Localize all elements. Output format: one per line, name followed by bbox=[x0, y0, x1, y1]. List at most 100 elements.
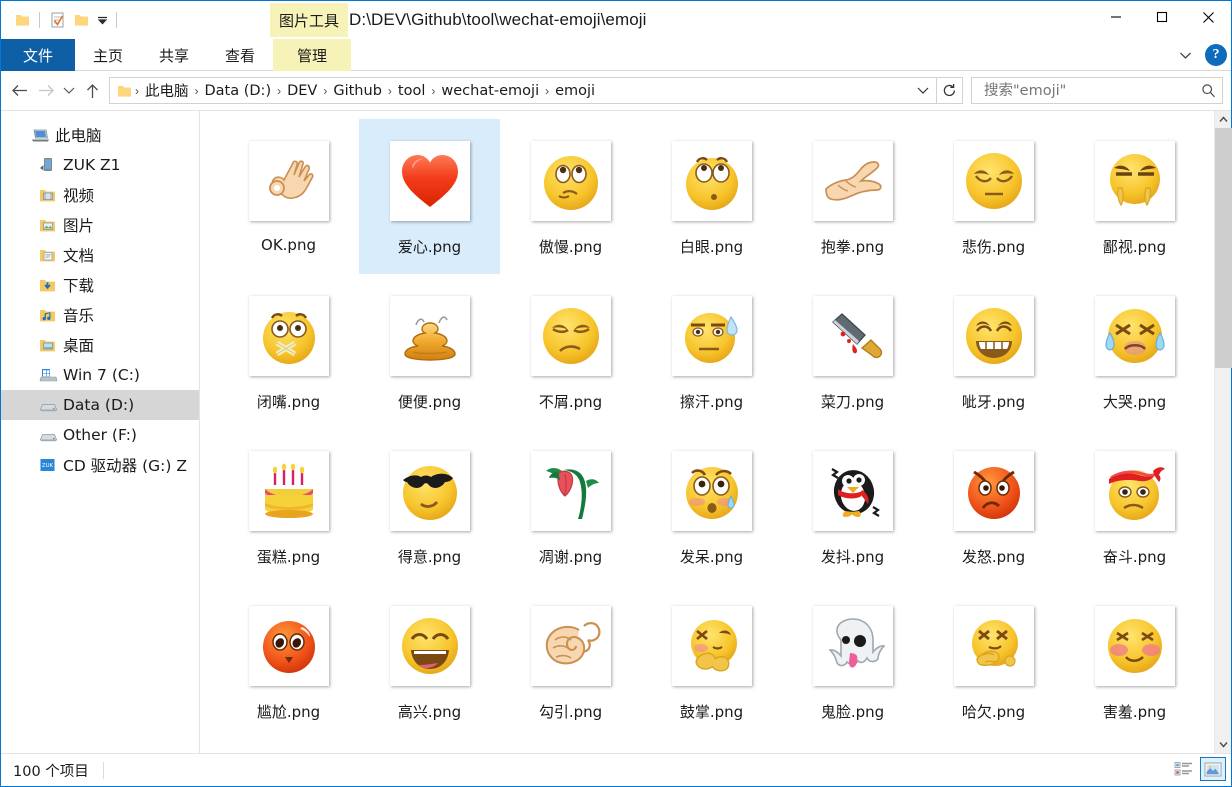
minimize-button[interactable] bbox=[1093, 1, 1139, 33]
sidebar-item-zuk-z1[interactable]: ZUK Z1 bbox=[1, 150, 199, 180]
recent-locations-button[interactable] bbox=[59, 76, 79, 106]
file-name: 闭嘴.png bbox=[256, 393, 321, 411]
list-item[interactable]: 高兴.png bbox=[359, 584, 500, 739]
search-input[interactable] bbox=[982, 81, 1198, 100]
list-item[interactable]: 尴尬.png bbox=[218, 584, 359, 739]
hand-fist-salute-icon bbox=[812, 141, 893, 221]
breadcrumb-item-2[interactable]: DEV bbox=[282, 83, 322, 99]
sidebar-item-other-f[interactable]: Other (F:) bbox=[1, 420, 199, 450]
list-item[interactable]: 呲牙.png bbox=[923, 274, 1064, 429]
list-item[interactable]: 凋谢.png bbox=[500, 429, 641, 584]
phone-icon bbox=[39, 157, 63, 173]
tab-manage[interactable]: 管理 bbox=[273, 39, 352, 71]
tab-view[interactable]: 查看 bbox=[207, 39, 273, 71]
list-item[interactable]: 擦汗.png bbox=[641, 274, 782, 429]
breadcrumb-item-5[interactable]: wechat-emoji bbox=[436, 83, 544, 99]
vertical-scrollbar[interactable] bbox=[1214, 111, 1232, 753]
breadcrumb-dropdown-icon[interactable] bbox=[912, 86, 934, 95]
search-icon[interactable] bbox=[1198, 83, 1218, 98]
list-item[interactable]: 菜刀.png bbox=[782, 274, 923, 429]
title-bar: 图片工具 D:\DEV\Github\tool\wechat-emoji\emo… bbox=[1, 1, 1231, 39]
folder-icon[interactable] bbox=[10, 8, 34, 32]
details-view-button[interactable] bbox=[1170, 757, 1196, 781]
list-item[interactable]: OK.png bbox=[218, 119, 359, 274]
list-item[interactable]: 抱拳.png bbox=[782, 119, 923, 274]
sidebar-item-label: CD 驱动器 (G:) Z bbox=[63, 457, 187, 475]
sidebar-item-downloads[interactable]: 下载 bbox=[1, 270, 199, 300]
tab-home[interactable]: 主页 bbox=[75, 39, 141, 71]
customize-caret-icon[interactable] bbox=[93, 8, 111, 32]
file-name: 便便.png bbox=[397, 393, 462, 411]
folder-icon-breadcrumb bbox=[114, 84, 134, 98]
address-bar: › 此电脑 › Data (D:) › DEV › Github › tool … bbox=[1, 71, 1231, 110]
sidebar-item-pictures[interactable]: 图片 bbox=[1, 210, 199, 240]
face-shy-icon bbox=[1094, 606, 1175, 686]
help-button[interactable]: ? bbox=[1205, 44, 1227, 66]
list-item[interactable]: 鼓掌.png bbox=[641, 584, 782, 739]
file-name: 傲慢.png bbox=[538, 238, 603, 256]
chevron-down-icon[interactable] bbox=[1171, 41, 1199, 69]
tab-share[interactable]: 共享 bbox=[141, 39, 207, 71]
explorer-body: 此电脑 ZUK Z1 视频 图片 文档 下载 音乐 桌面 Win 7 (C:) … bbox=[1, 110, 1232, 753]
scroll-down-button[interactable] bbox=[1215, 736, 1232, 753]
sidebar-item-data-d[interactable]: Data (D:) bbox=[1, 390, 199, 420]
scrollbar-track[interactable] bbox=[1214, 128, 1232, 736]
maximize-button[interactable] bbox=[1139, 1, 1185, 33]
sidebar-item-this-pc[interactable]: 此电脑 bbox=[1, 120, 199, 150]
list-item[interactable]: 傲慢.png bbox=[500, 119, 641, 274]
list-item[interactable]: 爱心.png bbox=[359, 119, 500, 274]
list-item[interactable]: 白眼.png bbox=[641, 119, 782, 274]
list-item[interactable]: 大哭.png bbox=[1064, 274, 1205, 429]
downloads-folder-icon bbox=[39, 278, 63, 293]
face-grin-teeth-icon bbox=[953, 296, 1034, 376]
file-name: 爱心.png bbox=[397, 238, 462, 256]
close-button[interactable] bbox=[1185, 1, 1231, 33]
list-item[interactable]: 害羞.png bbox=[1064, 584, 1205, 739]
face-sad-icon bbox=[953, 141, 1034, 221]
breadcrumb-item-4[interactable]: tool bbox=[393, 83, 430, 99]
list-item[interactable]: 发抖.png bbox=[782, 429, 923, 584]
breadcrumb[interactable]: › 此电脑 › Data (D:) › DEV › Github › tool … bbox=[109, 77, 937, 104]
breadcrumb-item-0[interactable]: 此电脑 bbox=[140, 80, 194, 101]
list-item[interactable]: 蛋糕.png bbox=[218, 429, 359, 584]
sidebar-item-win7-c[interactable]: Win 7 (C:) bbox=[1, 360, 199, 390]
forward-button[interactable] bbox=[33, 76, 59, 106]
sidebar-item-videos[interactable]: 视频 bbox=[1, 180, 199, 210]
properties-icon[interactable] bbox=[45, 8, 69, 32]
list-item[interactable]: 勾引.png bbox=[500, 584, 641, 739]
scroll-up-button[interactable] bbox=[1215, 111, 1232, 128]
breadcrumb-item-3[interactable]: Github bbox=[328, 83, 387, 99]
file-name: 发呆.png bbox=[679, 548, 744, 566]
sidebar-item-music[interactable]: 音乐 bbox=[1, 300, 199, 330]
svg-text:ZUK: ZUK bbox=[42, 463, 54, 469]
items-view[interactable]: OK.png 爱心.png 傲慢.png 白眼.png 抱拳.png 悲伤.pn… bbox=[200, 111, 1214, 753]
list-item[interactable]: 得意.png bbox=[359, 429, 500, 584]
list-item[interactable]: 发怒.png bbox=[923, 429, 1064, 584]
list-item[interactable]: 奋斗.png bbox=[1064, 429, 1205, 584]
new-folder-icon[interactable] bbox=[69, 8, 93, 32]
large-icons-view-button[interactable] bbox=[1200, 757, 1226, 781]
list-item[interactable]: 悲伤.png bbox=[923, 119, 1064, 274]
list-item[interactable]: 哈欠.png bbox=[923, 584, 1064, 739]
sidebar-item-cd-drive-g[interactable]: ZUK CD 驱动器 (G:) Z bbox=[1, 450, 199, 480]
list-item[interactable]: 鬼脸.png bbox=[782, 584, 923, 739]
scrollbar-thumb[interactable] bbox=[1214, 128, 1232, 368]
breadcrumb-item-1[interactable]: Data (D:) bbox=[200, 83, 277, 99]
list-item[interactable]: 发呆.png bbox=[641, 429, 782, 584]
view-buttons bbox=[1170, 757, 1226, 781]
list-item[interactable]: 闭嘴.png bbox=[218, 274, 359, 429]
breadcrumb-item-6[interactable]: emoji bbox=[550, 83, 600, 99]
sidebar-item-documents[interactable]: 文档 bbox=[1, 240, 199, 270]
list-item[interactable]: 鄙视.png bbox=[1064, 119, 1205, 274]
back-button[interactable] bbox=[7, 76, 33, 106]
sidebar-item-desktop[interactable]: 桌面 bbox=[1, 330, 199, 360]
up-button[interactable] bbox=[79, 76, 105, 106]
list-item[interactable]: 不屑.png bbox=[500, 274, 641, 429]
search-box[interactable] bbox=[971, 77, 1223, 104]
file-name: 擦汗.png bbox=[679, 393, 744, 411]
refresh-button[interactable] bbox=[937, 77, 963, 104]
file-name: 呲牙.png bbox=[961, 393, 1026, 411]
file-name: 悲伤.png bbox=[961, 238, 1026, 256]
list-item[interactable]: 便便.png bbox=[359, 274, 500, 429]
tab-file[interactable]: 文件 bbox=[1, 39, 75, 71]
